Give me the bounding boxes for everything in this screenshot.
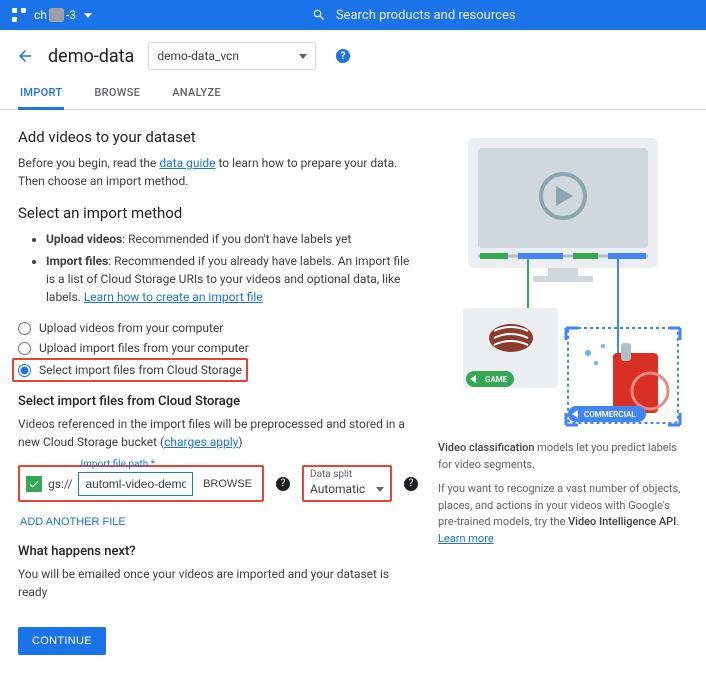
radio-cloud-storage[interactable]: Select import files from Cloud Storage (12, 358, 248, 382)
dataset-tabs: IMPORT BROWSE ANALYZE (0, 78, 706, 110)
cloud-storage-heading: Select import files from Cloud Storage (18, 394, 418, 409)
page-titlebar: demo-data demo-data_vcn ? (0, 30, 706, 78)
help-icon[interactable]: ? (336, 49, 350, 63)
add-another-file-button[interactable]: ADD ANOTHER FILE (18, 510, 128, 534)
dataset-selector[interactable]: demo-data_vcn (148, 42, 316, 70)
import-method-bullets: Upload videos: Recommended if you don't … (18, 230, 418, 306)
what-next-heading: What happens next? (18, 544, 418, 559)
chevron-down-icon (84, 13, 92, 18)
svg-text:GAME: GAME (485, 375, 508, 384)
chevron-down-icon (376, 487, 384, 492)
tab-analyze[interactable]: ANALYZE (170, 78, 223, 109)
what-next-body: You will be emailed once your videos are… (18, 565, 418, 601)
project-picker[interactable]: ch -3 (12, 8, 92, 22)
help-icon[interactable]: ? (276, 477, 290, 491)
learn-import-file-link[interactable]: Learn how to create an import file (84, 290, 263, 304)
svg-text:COMMERCIAL: COMMERCIAL (584, 410, 636, 419)
radio-cloud-storage-input[interactable] (18, 364, 31, 377)
radio-upload-import-files[interactable]: Upload import files from your computer (18, 338, 418, 358)
bullet-upload-videos: Upload videos: Recommended if you don't … (46, 230, 418, 248)
cloud-storage-desc: Videos referenced in the import files wi… (18, 415, 418, 451)
select-method-heading: Select an import method (18, 204, 418, 222)
import-file-input[interactable] (78, 472, 193, 496)
add-videos-intro: Before you begin, read the data guide to… (18, 154, 418, 190)
radio-upload-import-files-input[interactable] (18, 342, 31, 355)
back-arrow-icon[interactable] (16, 47, 34, 65)
page-title: demo-data (48, 46, 134, 67)
import-file-box: gs:// Import file path * BROWSE (18, 465, 264, 502)
cloud-console-topbar: ch -3 Search products and resources (0, 0, 706, 30)
search-icon (312, 8, 326, 22)
data-split-label: Data split (310, 469, 384, 480)
radio-upload-videos-input[interactable] (18, 322, 31, 335)
learn-more-link[interactable]: Learn more (438, 532, 494, 545)
help-icon[interactable]: ? (404, 477, 418, 491)
charges-apply-link[interactable]: charges apply (164, 435, 238, 449)
add-videos-heading: Add videos to your dataset (18, 128, 418, 146)
chevron-down-icon (299, 54, 307, 59)
import-file-label: Import file path * (80, 459, 155, 470)
browse-button[interactable]: BROWSE (199, 474, 256, 494)
continue-button[interactable]: CONTINUE (18, 627, 106, 655)
bullet-import-files: Import files: Recommended if you already… (46, 252, 418, 306)
import-file-row: gs:// Import file path * BROWSE ? Data s… (18, 465, 418, 502)
info-panel: GAME COMMERCIAL Video classification mod… (438, 128, 688, 655)
search-placeholder: Search products and resources (336, 8, 516, 23)
data-split-value: Automatic (310, 482, 365, 496)
data-split-dropdown[interactable]: Data split Automatic (302, 465, 392, 502)
global-search[interactable]: Search products and resources (312, 8, 516, 23)
classification-illustration: GAME COMMERCIAL (438, 128, 688, 428)
radio-upload-videos[interactable]: Upload videos from your computer (18, 318, 418, 338)
cloud-logo-icon (12, 8, 26, 22)
data-guide-link[interactable]: data guide (159, 156, 215, 170)
check-icon (26, 476, 42, 492)
project-name: ch -3 (34, 8, 76, 22)
import-method-radios: Upload videos from your computer Upload … (18, 318, 418, 382)
gs-prefix: gs:// (48, 477, 72, 491)
info-desc-2: If you want to recognize a vast number o… (438, 481, 688, 547)
dataset-selector-value: demo-data_vcn (157, 49, 239, 63)
tab-import[interactable]: IMPORT (18, 78, 64, 109)
info-desc-1: Video classification models let you pred… (438, 440, 688, 473)
tab-browse[interactable]: BROWSE (92, 78, 142, 109)
